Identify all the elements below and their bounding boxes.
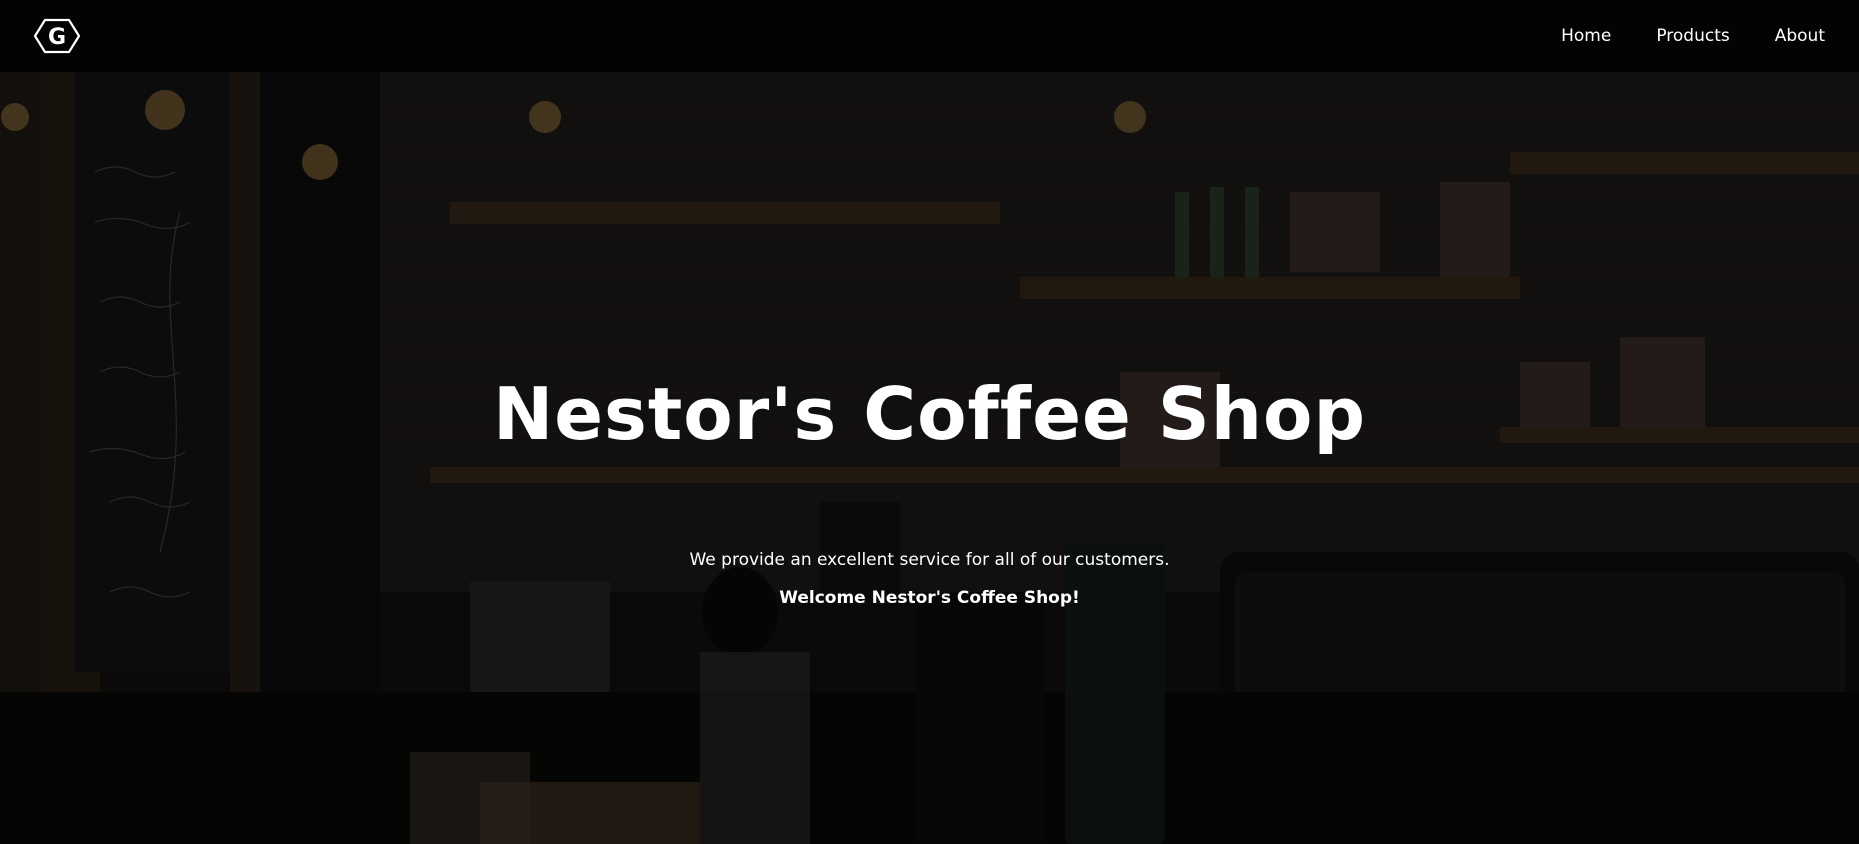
svg-text:G: G xyxy=(48,25,66,50)
hero-title: Nestor's Coffee Shop xyxy=(492,372,1367,456)
nav-link-home[interactable]: Home xyxy=(1561,26,1611,46)
hero-section: Nestor's Coffee Shop We provide an excel… xyxy=(0,72,1859,844)
nav-links: Home Products About xyxy=(1561,26,1825,46)
nav-link-about[interactable]: About xyxy=(1775,26,1825,46)
nav-link-products[interactable]: Products xyxy=(1656,26,1729,46)
hero-welcome-message: Welcome Nestor's Coffee Shop! xyxy=(779,588,1080,608)
logo-hexagon-g-icon[interactable]: G xyxy=(34,18,80,54)
top-navbar: G Home Products About xyxy=(0,0,1859,72)
hero-tagline: We provide an excellent service for all … xyxy=(689,550,1170,570)
hero-content: Nestor's Coffee Shop We provide an excel… xyxy=(0,72,1859,844)
